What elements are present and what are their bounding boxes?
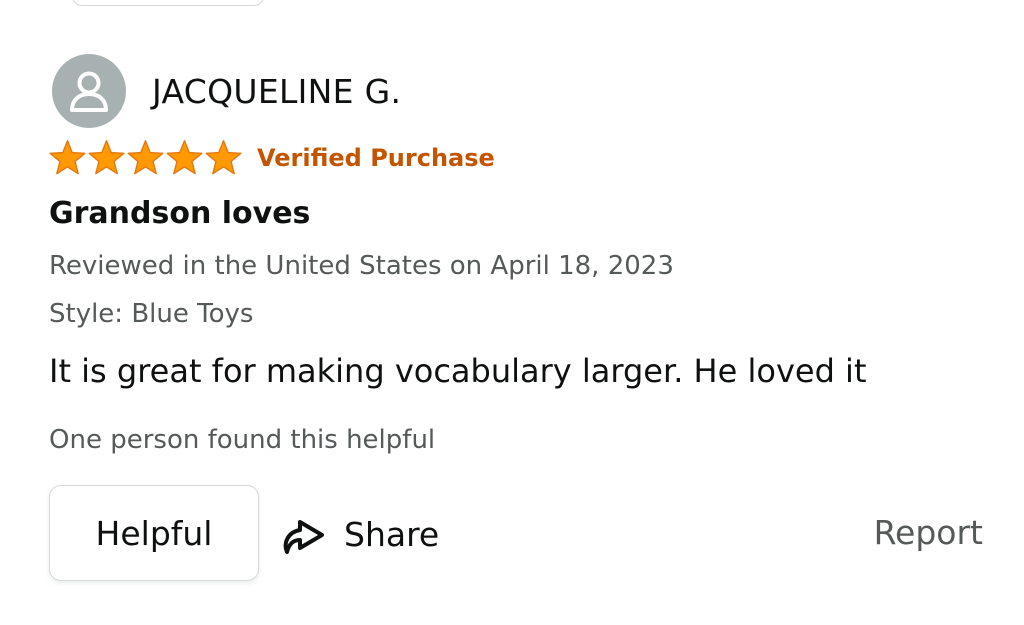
reviewer-name[interactable]: JACQUELINE G.: [152, 72, 401, 111]
star-icon: [88, 140, 125, 175]
share-arrow-icon: [283, 520, 324, 554]
report-link[interactable]: Report: [874, 513, 983, 552]
avatar[interactable]: [52, 54, 126, 128]
share-label: Share: [344, 514, 440, 554]
verified-purchase-badge: Verified Purchase: [257, 144, 495, 172]
reviewer-profile[interactable]: JACQUELINE G.: [52, 54, 401, 128]
rating-row: Verified Purchase: [48, 139, 495, 177]
star-icon: [49, 140, 86, 175]
previous-review-button-edge: [72, 0, 264, 6]
product-style: Style: Blue Toys: [49, 299, 254, 329]
star-icon: [127, 140, 164, 175]
star-icon: [205, 140, 242, 175]
star-rating[interactable]: [48, 139, 243, 177]
helpful-count: One person found this helpful: [49, 425, 436, 455]
star-icon: [166, 140, 203, 175]
review-title: Grandson loves: [49, 196, 311, 231]
review-date: Reviewed in the United States on April 1…: [49, 251, 674, 281]
helpful-button[interactable]: Helpful: [49, 485, 259, 581]
share-button[interactable]: Share: [278, 507, 439, 561]
user-silhouette-icon: [70, 71, 108, 112]
review-card: JACQUELINE G. Verified Purchase Grandson…: [0, 0, 1024, 625]
review-body: It is great for making vocabulary larger…: [49, 352, 867, 390]
